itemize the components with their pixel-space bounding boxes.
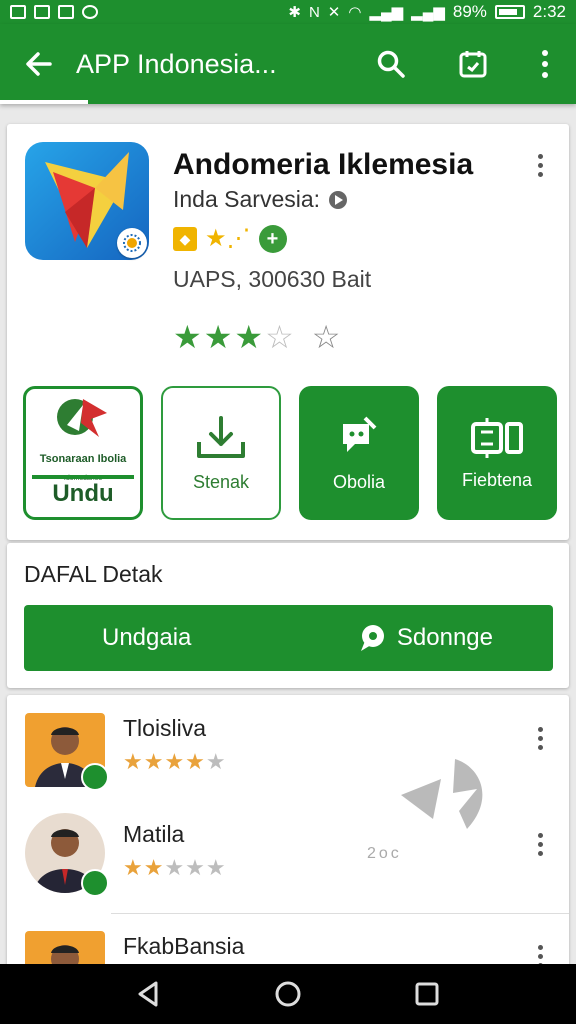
reviewer-name: Tloisliva (123, 715, 207, 741)
image-icon (34, 5, 50, 19)
status-bar: ✱ N ✕ ◠ ▂▄▆ ▂▄▆ 89% 2:32 (0, 0, 576, 24)
app-overflow-button[interactable] (525, 150, 555, 180)
back-button[interactable] (0, 50, 76, 78)
wifi-icon: ◠ (348, 3, 362, 21)
app-tags: ◆ ★⋰ + (173, 224, 287, 253)
action-buttons: Tsonaraan Ibolia Idomsdanes Undu Stenak … (23, 386, 557, 520)
action-tile-4[interactable]: Fiebtena (437, 386, 557, 520)
gallery-icon (10, 5, 26, 19)
nav-home-icon[interactable] (273, 979, 303, 1009)
review-stars: ★★★★★ (123, 749, 227, 774)
nav-recents-icon[interactable] (412, 979, 442, 1009)
shazam-icon (82, 5, 98, 19)
wishlist-button[interactable] (432, 34, 514, 94)
rating-stars: ★ ★ ★ ☆ ☆ (173, 318, 340, 356)
star-outline-icon: ☆ (311, 319, 341, 355)
star-icon: ★ (234, 319, 264, 355)
tab-indicator (0, 100, 88, 104)
battery-percent: 89% (452, 2, 487, 21)
chat-icon (343, 416, 377, 452)
star-outline-icon: ☆ (265, 319, 294, 355)
calendar-check-icon (459, 51, 487, 78)
star-icon: ★ (173, 319, 202, 355)
star-icon: ★ (203, 319, 233, 355)
action-label: Undu (32, 475, 134, 509)
arrow-back-icon (26, 52, 52, 76)
app-name: Andomeria Iklemesia (173, 148, 474, 181)
action-label: Obolia (332, 471, 386, 492)
system-nav-bar (0, 964, 576, 1024)
developer-name[interactable]: Inda Sarvesia: (173, 186, 348, 213)
sun-icon (123, 234, 141, 252)
secondary-action[interactable]: Sdonnge (357, 623, 493, 653)
download-icon (197, 415, 245, 458)
system-icons: ✱ N ✕ ◠ ▂▄▆ ▂▄▆ 89% 2:32 (288, 2, 566, 22)
battery-icon (494, 5, 525, 19)
play-icon (329, 190, 348, 209)
content-rating-icon: ◆ (173, 226, 197, 251)
chat-bubble-icon (360, 625, 384, 651)
primary-action-label: Undgaia (102, 624, 192, 651)
notification-icons (10, 5, 98, 19)
action-tile-3[interactable]: Obolia (299, 386, 419, 520)
signal-2-icon: ▂▄▆ (411, 3, 445, 21)
editors-choice-icon: ★⋰ (205, 225, 251, 252)
developer-label: Inda Sarvesia: (173, 186, 321, 212)
action-label: Fiebtena (461, 469, 533, 490)
verified-badge-icon (81, 763, 109, 791)
watermark-text: 2oc (367, 845, 402, 862)
clock: 2:32 (532, 2, 566, 21)
tile-caption: Tsonaraan Ibolia (39, 453, 127, 465)
mute-icon: ✕ (327, 3, 341, 21)
action-tile-1[interactable]: Tsonaraan Ibolia Idomsdanes Undu (23, 386, 143, 520)
app-badge (117, 228, 147, 258)
bluetooth-icon: ✱ (288, 3, 301, 21)
section-title: DAFAL Detak (24, 561, 163, 587)
more-vert-icon (542, 50, 548, 78)
action-label: Stenak (192, 471, 250, 492)
sim-icon (471, 417, 523, 458)
verified-badge-icon (81, 869, 109, 897)
reviewer-name: FkabBansia (123, 933, 245, 959)
review-stars: ★★★★★ (123, 855, 227, 880)
app-bar: APP Indonesia... (0, 24, 576, 104)
review-overflow-button[interactable] (525, 829, 555, 859)
reviewer-name: Matila (123, 821, 185, 847)
search-icon (377, 50, 405, 78)
search-button[interactable] (350, 34, 432, 94)
reviews-card: Tloisliva ★★★★★ Matila ★★★★★ FkabBansia … (7, 695, 569, 995)
nav-back-icon[interactable] (134, 979, 164, 1009)
divider (111, 913, 569, 914)
nfc-icon: N (308, 3, 320, 21)
app-details-card: Andomeria Iklemesia Inda Sarvesia: ◆ ★⋰ … (7, 124, 569, 540)
signal-icon: ▂▄▆ (369, 3, 404, 21)
logo-icon (57, 399, 107, 437)
primary-action-button[interactable]: Undgaia Sdonnge (24, 605, 553, 671)
detail-card: DAFAL Detak Undgaia Sdonnge (7, 543, 569, 688)
camera-icon (58, 5, 74, 19)
add-icon: + (258, 224, 287, 253)
action-tile-2[interactable]: Stenak (161, 386, 281, 520)
app-size: UAPS, 300630 Bait (173, 266, 372, 292)
secondary-action-label: Sdonnge (396, 624, 493, 651)
overflow-menu-button[interactable] (514, 34, 576, 94)
watermark-logo-icon (401, 759, 483, 829)
review-overflow-button[interactable] (525, 723, 555, 753)
page-title: APP Indonesia... (76, 48, 277, 79)
